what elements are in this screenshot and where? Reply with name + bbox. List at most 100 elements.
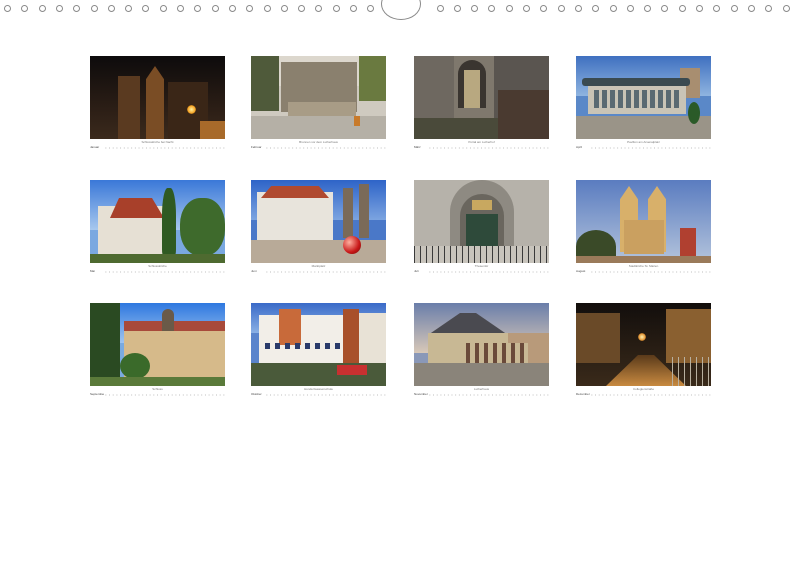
month-label: Juni	[251, 269, 257, 273]
binding-hole	[747, 5, 755, 12]
photo-fountain	[251, 56, 386, 139]
binding-hole	[678, 5, 686, 12]
binding-hole	[263, 5, 271, 12]
photo-thesentuer	[414, 180, 549, 263]
binding-hole	[592, 5, 600, 12]
photo-caption: Schlosskirche	[148, 264, 167, 268]
date-row: Dezember	[576, 392, 711, 397]
binding-hole	[280, 5, 288, 12]
date-row: Januar	[90, 145, 225, 150]
photo-hundertwasser	[251, 303, 386, 386]
month-label: Januar	[90, 145, 100, 149]
binding-hole	[246, 5, 254, 12]
date-row: Mai	[90, 269, 225, 274]
photo-caption: Stadtkirche St. Marien	[628, 264, 659, 268]
binding-hole	[228, 5, 236, 12]
photo-caption: Schlosskirche bei Nacht	[141, 140, 174, 144]
day-dots	[428, 270, 549, 273]
month-label: Februar	[251, 145, 262, 149]
binding-hole	[55, 5, 63, 12]
binding-hole	[574, 5, 582, 12]
day-dots	[590, 146, 711, 149]
date-row: Juni	[251, 269, 386, 274]
date-row: August	[576, 269, 711, 274]
photo-caption: Thesentür	[474, 264, 489, 268]
date-row: November	[414, 392, 549, 397]
month-label: Mai	[90, 269, 95, 273]
day-dots	[428, 393, 549, 396]
day-dots	[265, 146, 386, 149]
photo-caption: Portal am Lutherhof	[468, 140, 495, 144]
calendar-hanger	[381, 0, 421, 20]
binding-hole	[713, 5, 721, 12]
binding-hole	[782, 5, 790, 12]
photo-schlosskirche-night	[90, 56, 225, 139]
binding-hole	[211, 5, 219, 12]
month-label: April	[576, 145, 583, 149]
binding-hole	[107, 5, 115, 12]
binding-hole	[471, 5, 479, 12]
binding-hole	[765, 5, 773, 12]
photo-portal	[414, 56, 549, 139]
binding-hole	[661, 5, 669, 12]
photo-caption: Hundertwasserschule	[304, 387, 333, 391]
day-dots	[590, 270, 711, 273]
month-thumbnail: Lutherhaus November	[414, 303, 549, 397]
binding-hole	[38, 5, 46, 12]
photo-pavilion	[576, 56, 711, 139]
binding-hole	[177, 5, 184, 12]
binding-hole	[142, 5, 150, 12]
binding-hole	[21, 5, 29, 12]
date-row: Februar	[251, 145, 386, 150]
binding-hole	[644, 5, 652, 12]
date-row: März	[414, 145, 549, 150]
photo-caption: Marktplatz	[311, 264, 326, 268]
spiral-binding	[0, 0, 800, 22]
day-dots	[104, 146, 225, 149]
binding-hole	[453, 5, 461, 12]
photo-marktplatz	[251, 180, 386, 263]
month-thumbnail: Thesentür Juli	[414, 180, 549, 274]
binding-hole	[90, 5, 98, 12]
month-thumbnail: Schlosskirche Mai	[90, 180, 225, 274]
month-thumbnail: Schlosskirche bei Nacht Januar	[90, 56, 225, 150]
photo-lutherhaus	[414, 303, 549, 386]
photo-street-night	[576, 303, 711, 386]
month-thumbnail: Portal am Lutherhof März	[414, 56, 549, 150]
binding-hole	[350, 5, 357, 12]
day-dots	[104, 393, 225, 396]
month-thumbnail: Marktplatz Juni	[251, 180, 386, 274]
binding-hole	[488, 5, 496, 12]
binding-hole	[523, 5, 530, 12]
month-thumbnail: Pavillon am Arsenalplatz April	[576, 56, 711, 150]
binding-hole	[367, 5, 375, 12]
date-row: April	[576, 145, 711, 150]
binding-hole	[609, 5, 617, 12]
month-label: Oktober	[251, 392, 262, 396]
month-thumbnail: Brunnen vor dem Lutherhaus Februar	[251, 56, 386, 150]
photo-stadtkirche	[576, 180, 711, 263]
binding-hole	[332, 5, 340, 12]
binding-hole	[557, 5, 565, 12]
date-row: September	[90, 392, 225, 397]
month-label: August	[576, 269, 586, 273]
day-dots	[590, 393, 711, 396]
month-thumbnail: Schloss September	[90, 303, 225, 397]
binding-hole	[315, 5, 323, 12]
month-thumbnail: Hundertwasserschule Oktober	[251, 303, 386, 397]
binding-hole	[505, 5, 513, 12]
binding-hole	[540, 5, 548, 12]
binding-hole	[4, 5, 11, 12]
month-label: September	[90, 392, 104, 396]
binding-hole	[436, 5, 444, 12]
binding-hole	[730, 5, 738, 12]
month-label: März	[414, 145, 421, 149]
month-thumbnail: Stadtkirche St. Marien August	[576, 180, 711, 274]
month-label: Juli	[414, 269, 419, 273]
binding-hole	[298, 5, 306, 12]
binding-hole	[626, 5, 634, 12]
binding-hole	[159, 5, 167, 12]
photo-caption: Schloss	[152, 387, 163, 391]
date-row: Juli	[414, 269, 549, 274]
month-label: Dezember	[576, 392, 590, 396]
